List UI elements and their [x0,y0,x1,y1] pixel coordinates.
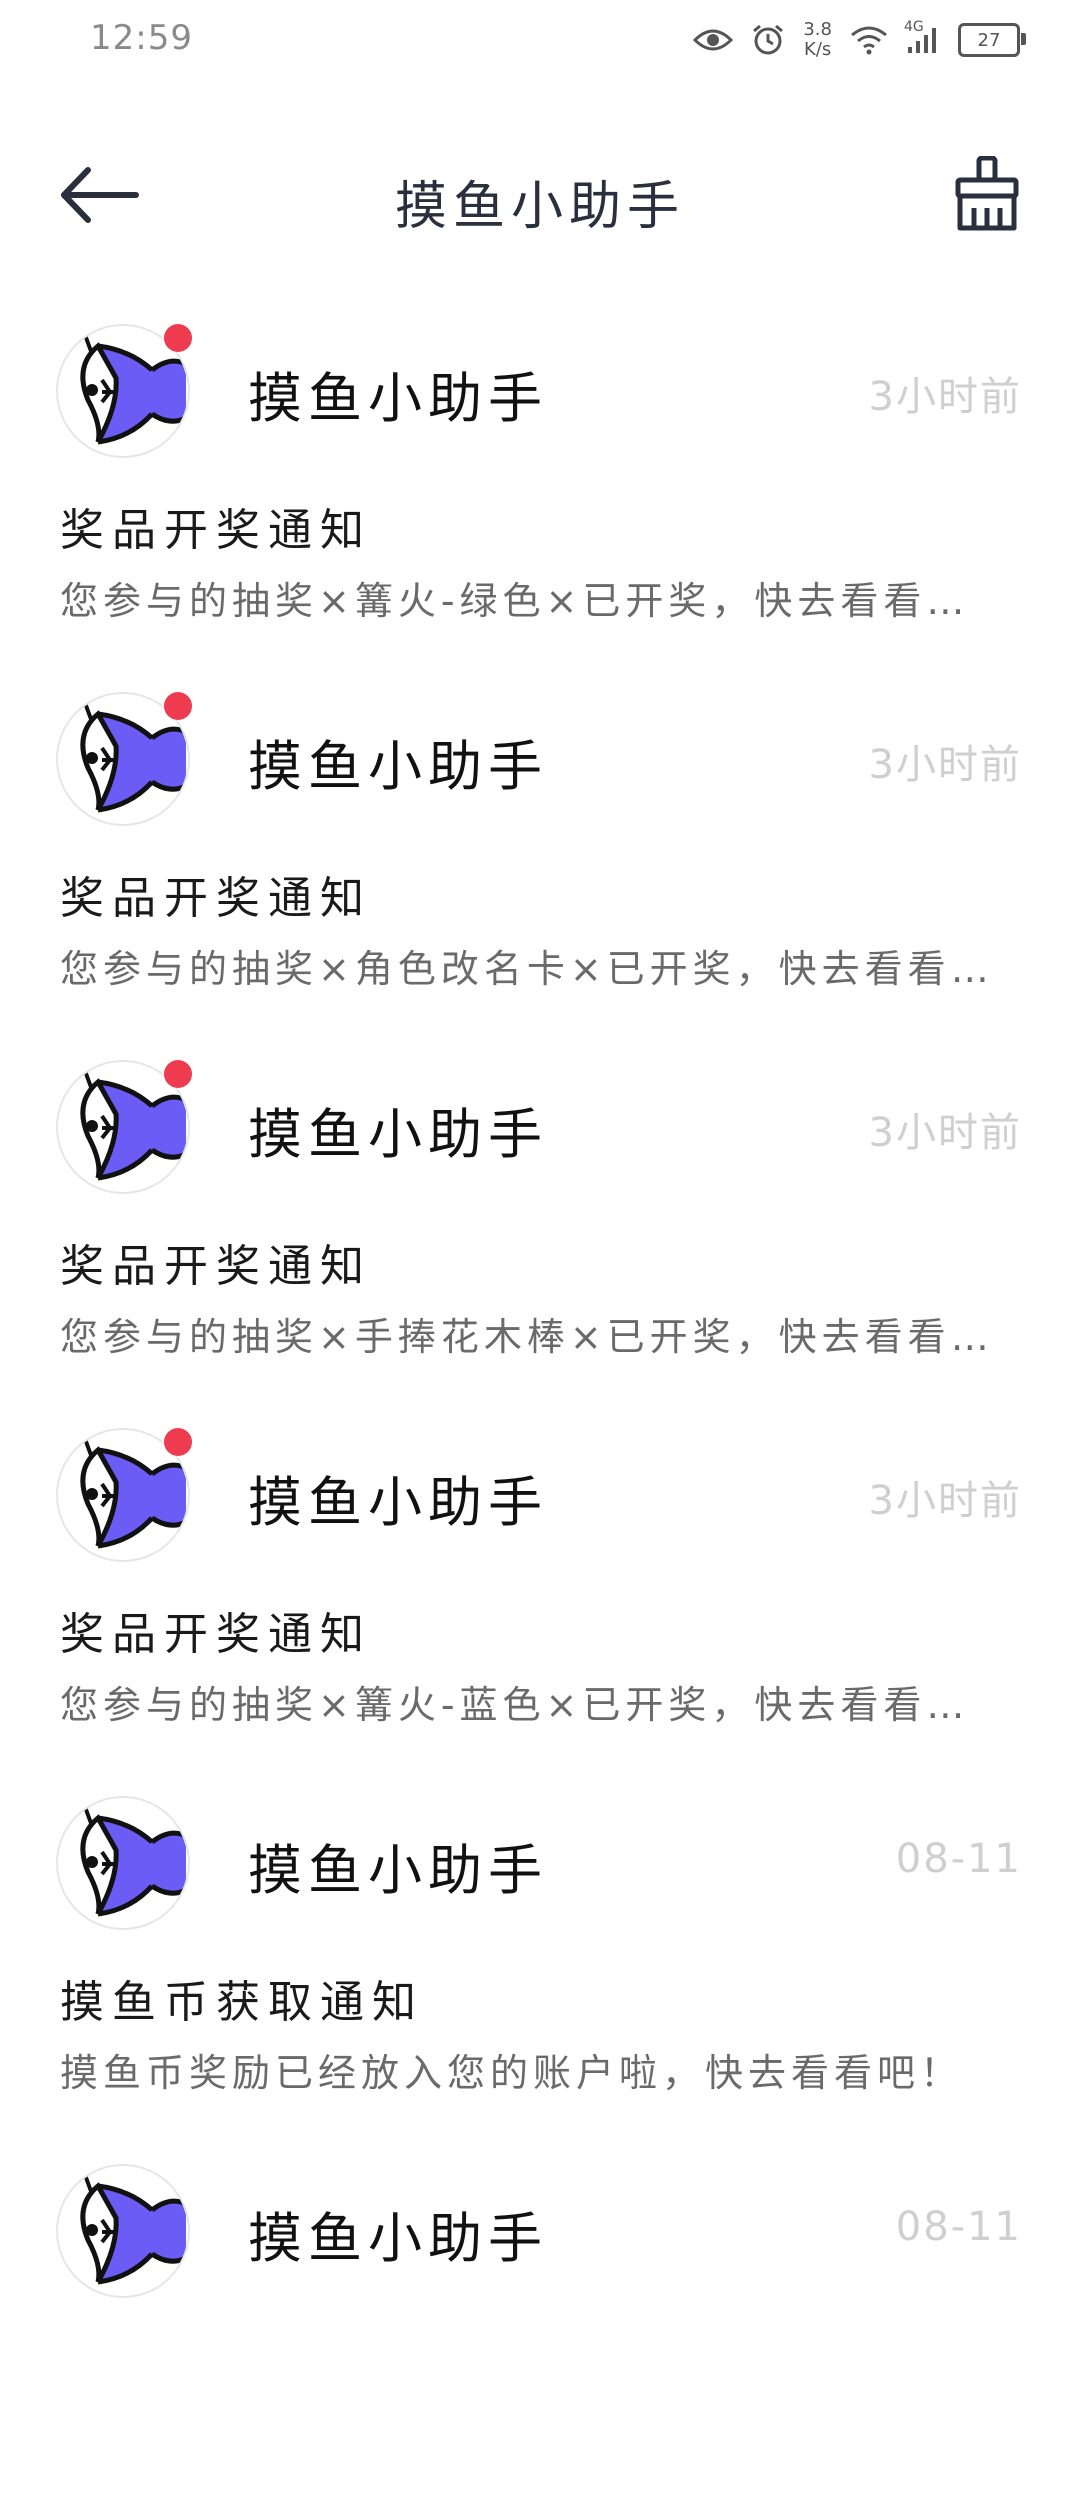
sender-name: 摸鱼小助手 [248,1471,548,1534]
message-time: 3小时前 [868,1478,1022,1524]
network-type: 4G [904,19,924,35]
unread-dot [164,324,192,352]
avatar [56,1428,192,1562]
wifi-icon [850,25,888,55]
message-time: 3小时前 [868,374,1022,420]
message-item[interactable]: 摸鱼小助手 08-11 [0,2152,1080,2520]
sender-name: 摸鱼小助手 [248,367,548,430]
status-time: 12:59 [90,18,193,58]
message-title: 奖品开奖通知 [60,1241,372,1292]
unread-dot [164,692,192,720]
header: 摸鱼小助手 [0,140,1080,250]
message-time: 08-11 [895,1836,1022,1882]
message-item[interactable]: 摸鱼小助手 3小时前 奖品开奖通知 您参与的抽奖×手捧花木棒×已开奖，快去看看.… [0,1048,1080,1416]
message-item[interactable]: 摸鱼小助手 08-11 摸鱼币获取通知 摸鱼币奖励已经放入您的账户啦，快去看看吧… [0,1784,1080,2152]
message-time: 3小时前 [868,742,1022,788]
message-body: 您参与的抽奖×篝火-绿色×已开奖，快去看看吧！ [60,579,1000,623]
cellular-signal-icon: 4G [904,19,940,55]
message-list: 摸鱼小助手 3小时前 奖品开奖通知 您参与的抽奖×篝火-绿色×已开奖，快去看看吧… [0,312,1080,2520]
unread-dot [164,1428,192,1456]
status-icons: 3.8 K/s 4G 27 [693,14,1026,66]
message-body: 您参与的抽奖×手捧花木棒×已开奖，快去看看... [60,1315,1000,1359]
avatar [56,324,192,458]
fish-logo-icon [80,1803,188,1917]
message-title: 奖品开奖通知 [60,1609,372,1660]
message-body: 您参与的抽奖×角色改名卡×已开奖，快去看看... [60,947,1000,991]
alarm-icon [751,23,785,57]
message-title: 奖品开奖通知 [60,505,372,556]
battery-icon: 27 [958,23,1026,57]
net-speed-unit: K/s [804,39,832,60]
message-item[interactable]: 摸鱼小助手 3小时前 奖品开奖通知 您参与的抽奖×篝火-蓝色×已开奖，快去看看吧… [0,1416,1080,1784]
avatar [56,2164,190,2298]
sender-name: 摸鱼小助手 [248,2207,548,2270]
fish-logo-icon [80,2171,188,2285]
message-time: 3小时前 [868,1110,1022,1156]
net-speed-value: 3.8 [803,19,832,40]
battery-level: 27 [977,29,1001,51]
broom-icon [955,155,1019,231]
sender-name: 摸鱼小助手 [248,735,548,798]
message-item[interactable]: 摸鱼小助手 3小时前 奖品开奖通知 您参与的抽奖×角色改名卡×已开奖，快去看看.… [0,680,1080,1048]
message-body: 摸鱼币奖励已经放入您的账户啦，快去看看吧！ [60,2051,964,2095]
sender-name: 摸鱼小助手 [248,1839,548,1902]
unread-dot [164,1060,192,1088]
status-bar: 12:59 3.8 K/s 4G 27 [0,0,1080,80]
avatar [56,692,192,826]
clear-messages-button[interactable] [952,155,1022,232]
message-title: 摸鱼币获取通知 [60,1977,424,2028]
avatar [56,1796,190,1930]
message-title: 奖品开奖通知 [60,873,372,924]
page-title: 摸鱼小助手 [394,177,685,237]
message-body: 您参与的抽奖×篝火-蓝色×已开奖，快去看看吧！ [60,1683,1000,1727]
sender-name: 摸鱼小助手 [248,1103,548,1166]
avatar [56,1060,192,1194]
message-time: 08-11 [895,2204,1022,2250]
message-item[interactable]: 摸鱼小助手 3小时前 奖品开奖通知 您参与的抽奖×篝火-绿色×已开奖，快去看看吧… [0,312,1080,680]
net-speed: 3.8 K/s [803,20,832,60]
eye-icon [693,26,734,54]
